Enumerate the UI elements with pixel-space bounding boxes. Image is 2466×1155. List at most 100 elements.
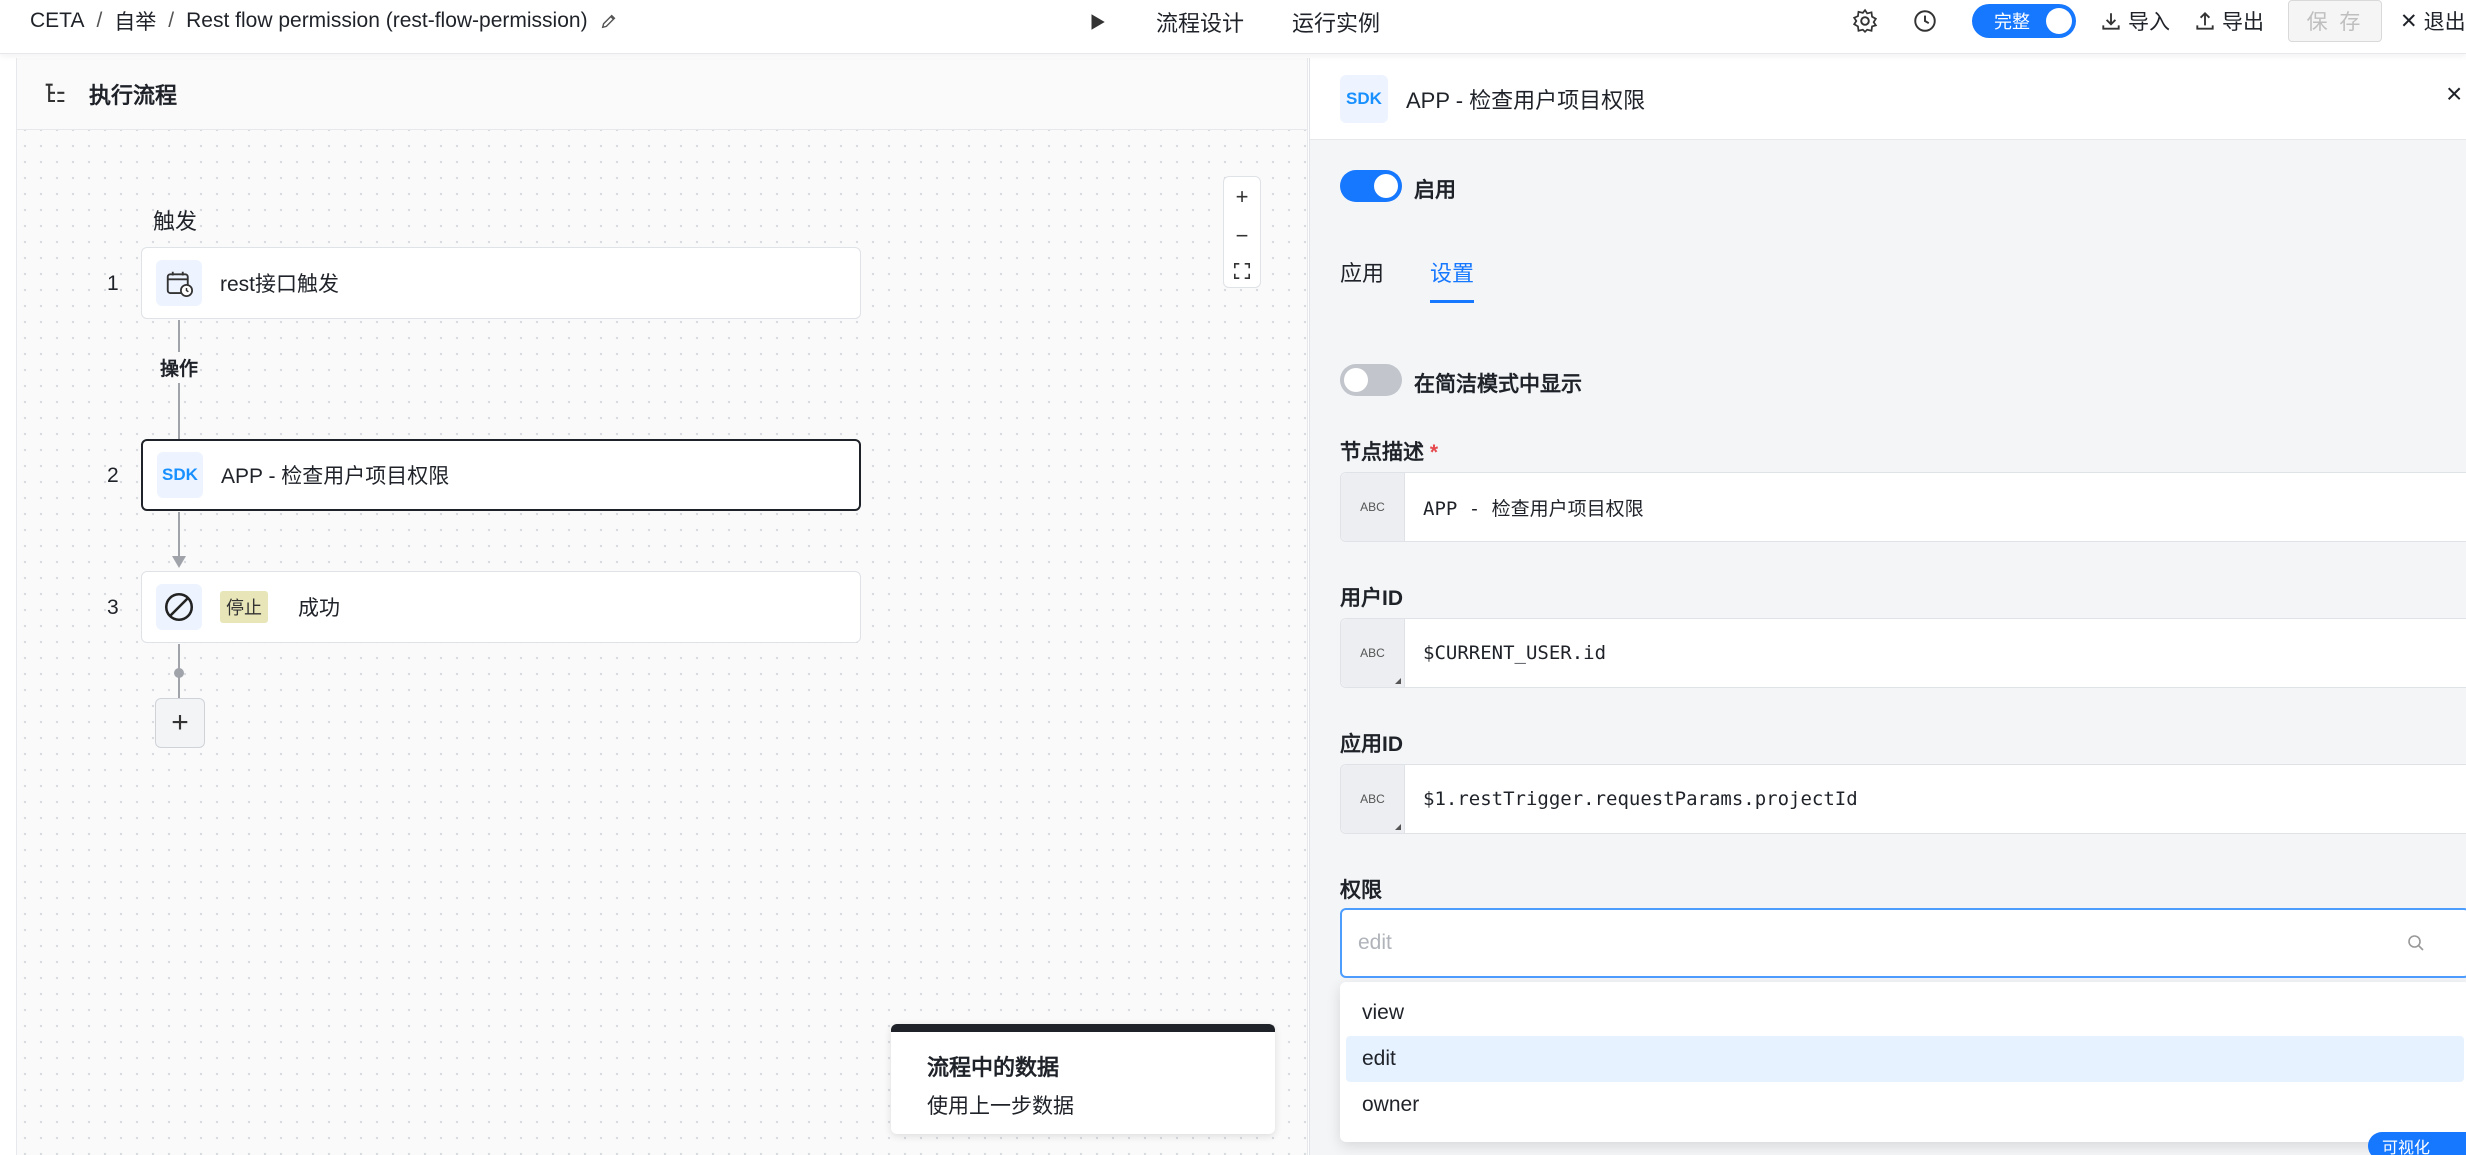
zoom-in-button[interactable]: + (1236, 184, 1249, 210)
stop-tag: 停止 (220, 591, 268, 623)
import-button[interactable]: 导入 (2100, 6, 2170, 36)
flow-node-rest-trigger[interactable]: rest接口触发 (141, 247, 861, 319)
export-button[interactable]: 导出 (2194, 6, 2264, 36)
save-button[interactable]: 保 存 (2288, 0, 2382, 42)
breadcrumb: CETA / 自举 / Rest flow permission (rest-f… (30, 6, 618, 36)
app-id-field[interactable]: ABC $1.restTrigger.requestParams.project… (1340, 764, 2466, 834)
permission-option-edit[interactable]: edit (1346, 1036, 2464, 1082)
switch-knob (1374, 174, 1398, 198)
tab-settings[interactable]: 设置 (1430, 256, 1475, 303)
app-id-value: $1.restTrigger.requestParams.projectId (1423, 788, 1858, 810)
flow-node-label: 成功 (298, 597, 340, 620)
flow-data-card[interactable]: 流程中的数据 使用上一步数据 (891, 1024, 1275, 1134)
panel-tabs: 应用 设置 (1340, 256, 1475, 303)
import-label: 导入 (2128, 11, 2170, 34)
breadcrumb-separator: / (96, 9, 103, 32)
operation-section-title: 操作 (160, 352, 199, 383)
flow-node-stop-success[interactable]: 停止 成功 (141, 571, 861, 643)
calendar-clock-icon (156, 260, 202, 306)
breadcrumb-separator: / (168, 9, 175, 32)
gear-icon[interactable] (1852, 8, 1878, 34)
switch-knob (1344, 368, 1368, 392)
permission-search-input[interactable] (1358, 931, 2398, 955)
simple-mode-switch[interactable] (1340, 364, 1402, 396)
tab-application[interactable]: 应用 (1340, 256, 1384, 303)
enabled-switch[interactable] (1340, 170, 1402, 202)
user-id-label: 用户ID (1340, 587, 1403, 610)
download-icon (2102, 13, 2120, 30)
full-mode-label: 完整 (1994, 12, 2030, 32)
sdk-icon: SDK (1340, 74, 1388, 123)
node-description-label: 节点描述 * (1340, 436, 1438, 466)
permission-option-view[interactable]: view (1346, 990, 2464, 1036)
permission-select[interactable] (1340, 908, 2466, 978)
flow-data-subtitle: 使用上一步数据 (927, 1095, 1074, 1118)
type-badge-text: ABC (1360, 500, 1385, 514)
toggle-knob (2046, 8, 2072, 34)
center-nav: 流程设计 运行实例 (1086, 6, 1380, 38)
step-number: 3 (107, 596, 119, 619)
zoom-controls: + − (1223, 176, 1261, 288)
connector-line (178, 676, 180, 698)
app-id-label: 应用ID (1340, 733, 1403, 756)
type-badge-text: ABC (1360, 646, 1385, 660)
type-badge: ABC (1341, 619, 1405, 687)
flow-node-check-permission[interactable]: SDK APP - 检查用户项目权限 (141, 439, 861, 511)
node-description-field[interactable]: ABC APP - 检查用户项目权限 (1340, 472, 2466, 542)
enabled-label: 启用 (1414, 179, 1456, 202)
resize-handle-icon[interactable] (1395, 824, 1401, 830)
fit-view-icon[interactable] (1233, 262, 1251, 280)
permission-dropdown: view edit owner (1340, 982, 2466, 1142)
step-number: 1 (107, 272, 119, 295)
type-badge: ABC (1341, 473, 1405, 541)
visual-mode-badge[interactable]: 可视化 (2368, 1132, 2466, 1155)
upload-icon (2196, 11, 2214, 30)
canvas-header: 执行流程 (17, 58, 1307, 130)
trigger-section-title: 触发 (153, 209, 198, 234)
user-id-value: $CURRENT_USER.id (1423, 642, 1607, 664)
sdk-icon: SDK (157, 452, 203, 498)
close-panel-button[interactable]: × (2446, 78, 2466, 118)
permission-label: 权限 (1340, 879, 1382, 902)
simple-mode-label: 在简洁模式中显示 (1414, 373, 1582, 396)
flow-canvas[interactable]: 执行流程 触发 1 rest接口触发 操作 2 SDK APP - 检查用户项目… (16, 58, 1308, 1155)
close-icon: ✕ (2400, 9, 2418, 33)
flow-data-title: 流程中的数据 (927, 1055, 1060, 1080)
breadcrumb-item-app[interactable]: 自举 (114, 6, 156, 36)
stop-circle-slash-icon (156, 584, 202, 630)
permission-option-owner[interactable]: owner (1346, 1082, 2464, 1128)
tab-flow-design[interactable]: 流程设计 (1156, 6, 1244, 38)
canvas-title: 执行流程 (89, 82, 178, 108)
panel-header: SDK APP - 检查用户项目权限 × (1310, 58, 2466, 140)
pencil-icon[interactable] (600, 12, 618, 30)
add-node-button[interactable]: + (155, 698, 205, 748)
resize-handle-icon[interactable] (1395, 678, 1401, 684)
breadcrumb-item-flow: Rest flow permission (rest-flow-permissi… (186, 9, 588, 32)
flow-node-label: APP - 检查用户项目权限 (221, 465, 450, 488)
connector-line (178, 512, 180, 558)
history-clock-icon[interactable] (1912, 8, 1938, 34)
exit-label: 退出 (2423, 11, 2466, 34)
toolbar: 完整 导入 导出 保 存 ✕ 退出 (1852, 0, 2466, 42)
zoom-out-button[interactable]: − (1236, 223, 1249, 249)
type-badge-text: ABC (1360, 792, 1385, 806)
breadcrumb-item-org[interactable]: CETA (30, 9, 84, 33)
exit-button[interactable]: ✕ 退出 (2400, 6, 2466, 36)
node-description-value: APP - 检查用户项目权限 (1423, 497, 1644, 520)
node-description-label-text: 节点描述 (1340, 441, 1424, 464)
panel-title: APP - 检查用户项目权限 (1406, 87, 1646, 113)
connector-arrow (172, 556, 186, 568)
flow-tree-icon (45, 83, 65, 102)
required-mark: * (1429, 441, 1439, 464)
node-settings-panel: SDK APP - 检查用户项目权限 × 启用 应用 设置 在简洁模式中显示 节… (1309, 58, 2466, 1155)
play-icon[interactable] (1086, 11, 1108, 33)
flow-node-label: rest接口触发 (220, 273, 340, 296)
export-label: 导出 (2222, 11, 2264, 34)
type-badge: ABC (1341, 765, 1405, 833)
sdk-icon-text: SDK (162, 465, 198, 484)
step-number: 2 (107, 464, 119, 487)
top-bar: CETA / 自举 / Rest flow permission (rest-f… (0, 0, 2466, 54)
tab-run-instances[interactable]: 运行实例 (1292, 6, 1380, 38)
user-id-field[interactable]: ABC $CURRENT_USER.id (1340, 618, 2466, 688)
full-mode-toggle[interactable]: 完整 (1972, 4, 2076, 38)
